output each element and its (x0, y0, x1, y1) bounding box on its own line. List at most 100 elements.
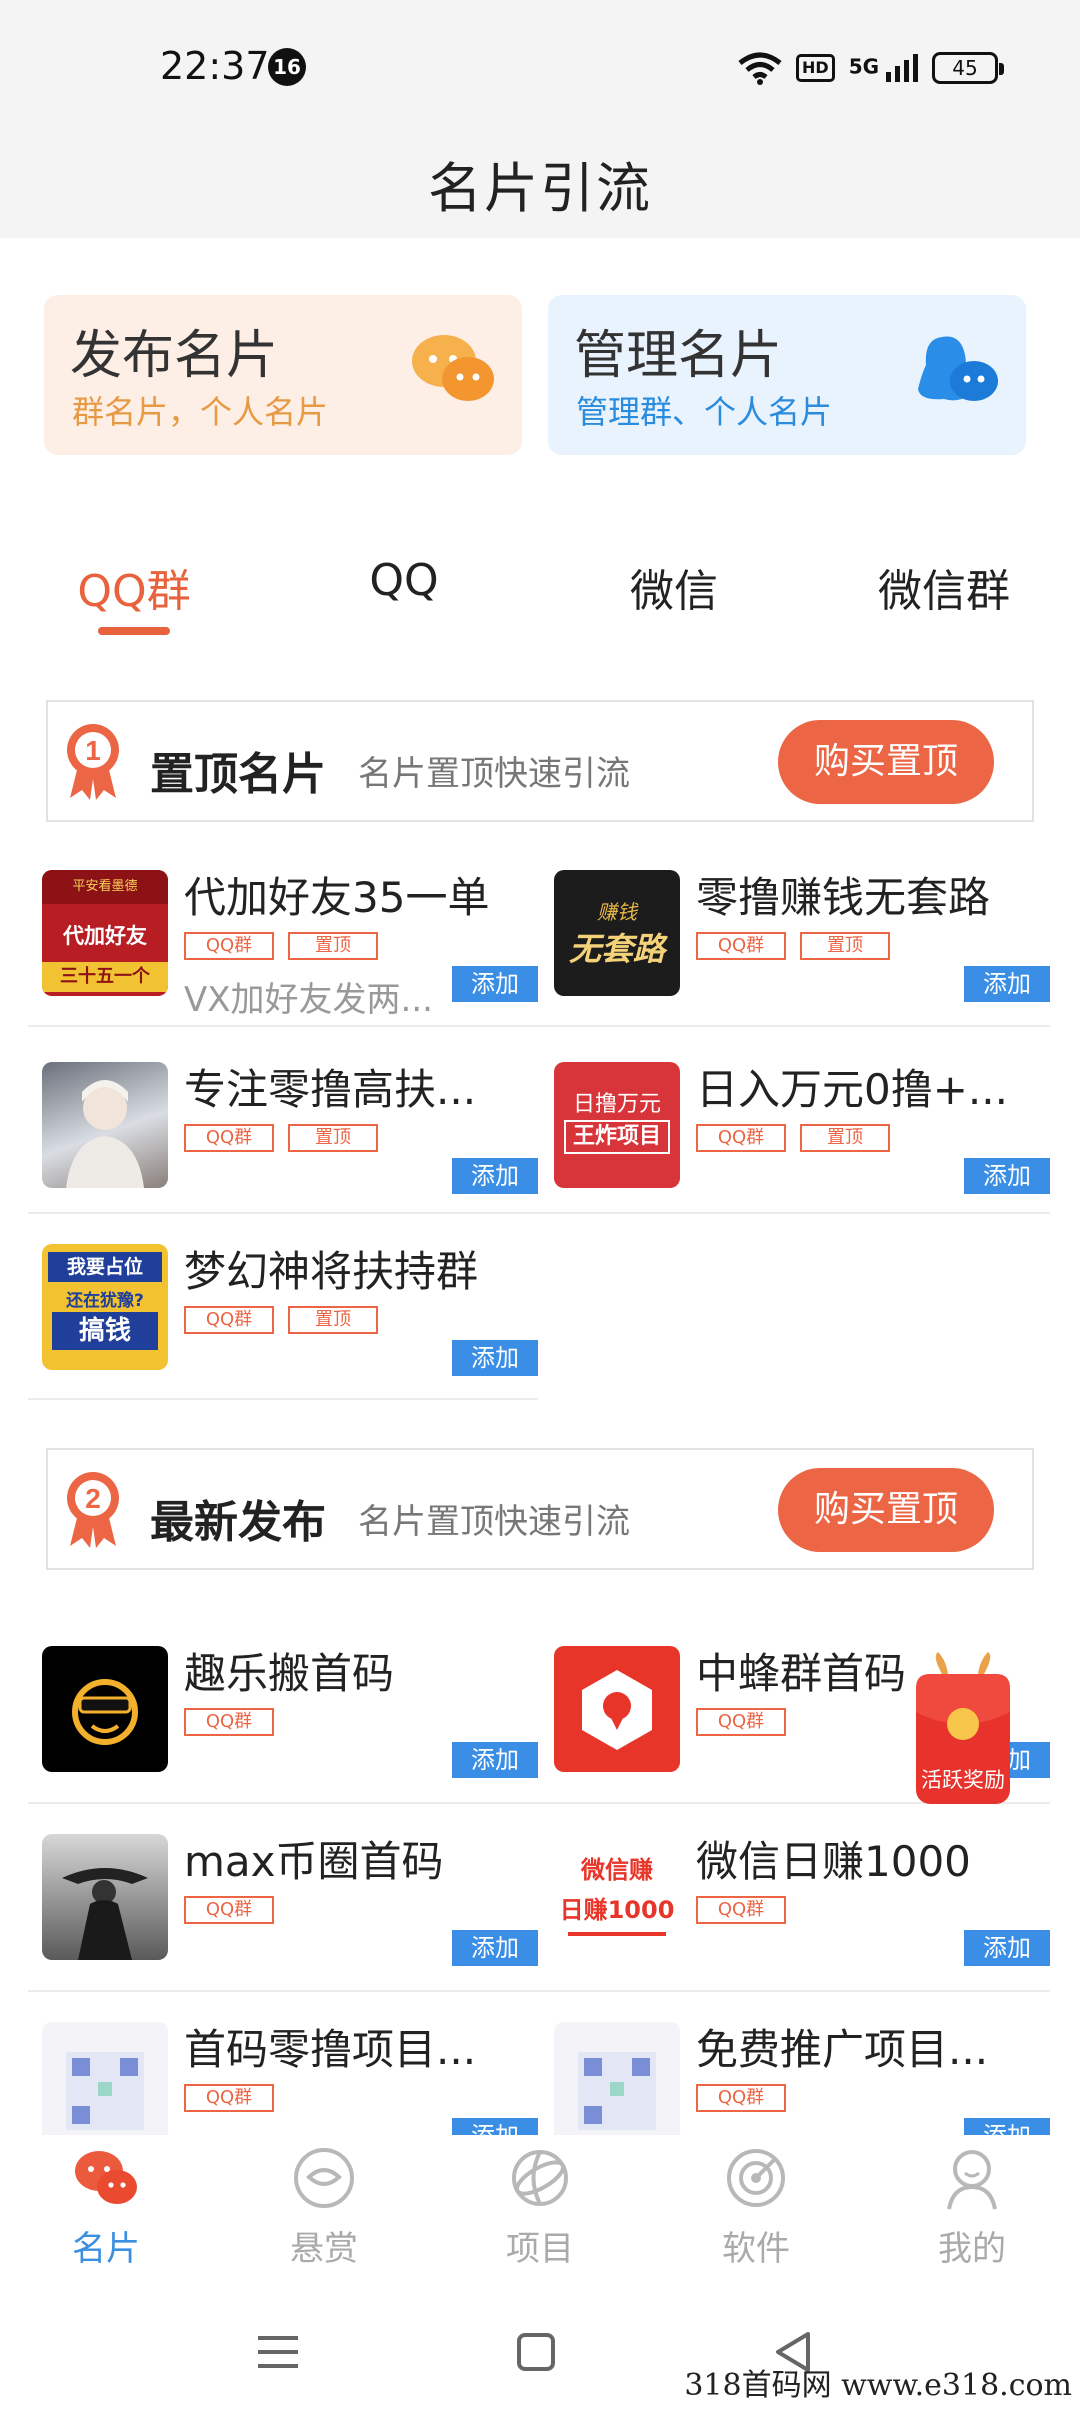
tag-qq-group: QQ群 (696, 1124, 786, 1152)
item-thumbnail: 我要占位 还在犹豫? 搞钱 (42, 1244, 168, 1370)
add-button[interactable]: 添加 (964, 966, 1050, 1002)
add-button[interactable]: 添加 (964, 1158, 1050, 1194)
item-tags: QQ群 (696, 1896, 786, 1924)
network-label: 5G (848, 54, 880, 79)
nav-item-software[interactable]: 软件 (686, 2145, 826, 2270)
manage-card-button[interactable]: 管理名片 管理群、个人名片 (548, 295, 1026, 455)
list-item[interactable]: 平安看墨德 代加好友 三十五一个 代加好友35一单 QQ群 置顶 VX加好友发两… (28, 842, 538, 1022)
add-button[interactable]: 添加 (452, 1930, 538, 1966)
activity-reward-button[interactable]: 活跃奖励 (908, 1652, 1018, 1817)
latest-section-title: 最新发布 (150, 1497, 326, 1548)
add-button[interactable]: 添加 (452, 966, 538, 1002)
row-divider (28, 1990, 1050, 1992)
tag-qq-group: QQ群 (184, 1124, 274, 1152)
tab-wechat[interactable]: 微信 (564, 555, 784, 619)
item-name: 首码零撸项目... (184, 2025, 477, 2074)
home-icon[interactable] (506, 2322, 566, 2382)
tab-qq[interactable]: QQ (294, 555, 514, 606)
item-tags: QQ群 置顶 (696, 932, 890, 960)
list-item[interactable]: 专注零撸高扶... QQ群 置顶 添加 (28, 1034, 538, 1214)
nav-label: 我的 (938, 2229, 1006, 2269)
item-name: 专注零撸高扶... (184, 1065, 477, 1114)
tag-pinned: 置顶 (288, 932, 378, 960)
manage-card-title: 管理名片 (574, 326, 783, 386)
wechat-chat-icon (75, 2151, 137, 2204)
nav-label: 软件 (722, 2229, 790, 2269)
menu-icon[interactable] (248, 2322, 308, 2382)
manage-card-subtitle: 管理群、个人名片 (576, 393, 833, 431)
active-tab-indicator (98, 627, 170, 635)
publish-card-button[interactable]: 发布名片 群名片，个人名片 (44, 295, 522, 455)
item-name: 日入万元0撸+... (696, 1065, 1008, 1114)
item-thumbnail (554, 1646, 680, 1772)
list-item[interactable]: 我要占位 还在犹豫? 搞钱 梦幻神将扶持群 QQ群 置顶 添加 (28, 1216, 538, 1396)
status-bar: 22:37 16 HD 5G 45 (0, 0, 1080, 130)
buy-pin-button[interactable]: 购买置顶 (778, 1468, 994, 1552)
item-thumbnail (42, 2022, 168, 2135)
list-item[interactable]: 赚钱 无套路 零撸赚钱无套路 QQ群 置顶 添加 (540, 842, 1050, 1022)
svg-text:2: 2 (85, 1483, 101, 1514)
item-tags: QQ群 (184, 1708, 274, 1736)
profile-icon (947, 2150, 997, 2210)
medal-2-icon: 2 (67, 1472, 119, 1548)
list-item[interactable]: 首码零撸项目... QQ群 添加 (28, 1994, 538, 2135)
item-thumbnail (42, 1646, 168, 1772)
item-thumbnail (554, 2022, 680, 2135)
wechat-icon (412, 335, 494, 401)
nav-label: 名片 (72, 2229, 140, 2269)
list-item[interactable]: 趣乐搬首码 QQ群 添加 (28, 1618, 538, 1798)
pinned-section-title: 置顶名片 (150, 749, 326, 800)
list-item[interactable]: 微信赚 日赚1000 微信日赚1000 QQ群 添加 (540, 1806, 1050, 1986)
tab-qq-group[interactable]: QQ群 (24, 555, 244, 619)
item-tags: QQ群 (696, 2084, 786, 2112)
wifi-icon (738, 52, 782, 85)
medal-1-icon: 1 (67, 724, 119, 800)
item-thumbnail: 日撸万元 王炸项目 (554, 1062, 680, 1188)
tag-qq-group: QQ群 (184, 1896, 274, 1924)
nav-item-profile[interactable]: 我的 (902, 2145, 1042, 2270)
add-button[interactable]: 添加 (964, 1930, 1050, 1966)
item-thumbnail: 微信赚 日赚1000 (554, 1834, 680, 1960)
tag-qq-group: QQ群 (184, 2084, 274, 2112)
add-button[interactable]: 添加 (452, 1158, 538, 1194)
publish-card-subtitle: 群名片，个人名片 (72, 393, 329, 431)
list-item[interactable]: 免费推广项目... QQ群 添加 (540, 1994, 1050, 2135)
nav-item-reward[interactable]: 悬赏 (254, 2145, 394, 2270)
nav-item-projects[interactable]: 项目 (470, 2145, 610, 2270)
bottom-nav: 名片 悬赏 项目 软件 我的 (0, 2135, 1080, 2285)
title-bar: 名片引流 (0, 130, 1080, 238)
status-time: 22:37 (160, 44, 270, 88)
list-item[interactable]: 日撸万元 王炸项目 日入万元0撸+... QQ群 置顶 添加 (540, 1034, 1050, 1214)
publish-card-title: 发布名片 (70, 326, 279, 386)
tag-qq-group: QQ群 (184, 1306, 274, 1334)
tab-wechat-group[interactable]: 微信群 (834, 555, 1054, 619)
reward-icon (294, 2148, 354, 2208)
add-button[interactable]: 添加 (452, 1742, 538, 1778)
page-title: 名片引流 (428, 157, 652, 220)
hd-icon: HD (796, 54, 835, 82)
latest-section-subtitle: 名片置顶快速引流 (358, 1502, 630, 1542)
add-button[interactable]: 添加 (452, 1340, 538, 1376)
row-divider (28, 1212, 1050, 1214)
item-thumbnail (42, 1834, 168, 1960)
item-tags: QQ群 (184, 1896, 274, 1924)
qq-penguin-icon (918, 336, 998, 401)
latest-section-header: 2 最新发布 名片置顶快速引流 购买置顶 (46, 1448, 1034, 1570)
tag-pinned: 置顶 (288, 1124, 378, 1152)
item-name: 零撸赚钱无套路 (696, 873, 991, 922)
signal-icon: 5G (849, 54, 918, 82)
watermark: 318首码网 www.e318.com (684, 2368, 1072, 2403)
row-divider (28, 1802, 1050, 1804)
notification-badge: 16 (268, 48, 306, 86)
buy-pin-button[interactable]: 购买置顶 (778, 720, 994, 804)
tag-qq-group: QQ群 (184, 1708, 274, 1736)
add-button[interactable]: 添加 (452, 2118, 538, 2135)
tag-pinned: 置顶 (800, 1124, 890, 1152)
nav-item-cards[interactable]: 名片 (36, 2145, 176, 2270)
item-thumbnail: 赚钱 无套路 (554, 870, 680, 996)
list-item[interactable]: max币圈首码 QQ群 添加 (28, 1806, 538, 1986)
item-tags: QQ群 置顶 (696, 1124, 890, 1152)
item-thumbnail: 平安看墨德 代加好友 三十五一个 (42, 870, 168, 996)
reward-label: 活跃奖励 (921, 1768, 1005, 1792)
add-button[interactable]: 添加 (964, 2118, 1050, 2135)
